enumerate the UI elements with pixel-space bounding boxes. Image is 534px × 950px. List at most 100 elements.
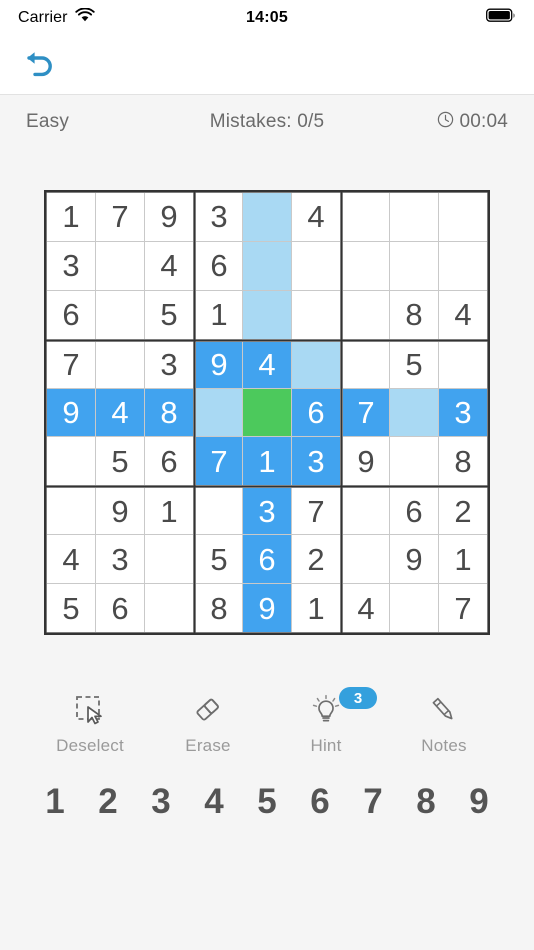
sudoku-cell-r6c7[interactable]: 9 (343, 437, 389, 486)
sudoku-cell-r6c2[interactable]: 5 (96, 437, 144, 486)
sudoku-cell-r3c1[interactable]: 6 (47, 290, 95, 339)
sudoku-cell-r2c9[interactable] (439, 241, 487, 290)
sudoku-cell-r1c3[interactable]: 9 (145, 193, 193, 241)
number-pad: 123456789 (0, 782, 534, 822)
sudoku-cell-r6c9[interactable]: 8 (439, 437, 487, 486)
numpad-key-8[interactable]: 8 (400, 782, 453, 822)
sudoku-cell-r7c4[interactable] (196, 488, 242, 535)
sudoku-cell-r3c5[interactable] (243, 290, 291, 339)
sudoku-cell-r8c6[interactable]: 2 (292, 535, 340, 584)
sudoku-cell-r9c7[interactable]: 4 (343, 584, 389, 632)
sudoku-cell-r6c1[interactable] (47, 437, 95, 486)
sudoku-cell-r4c2[interactable] (96, 341, 144, 388)
sudoku-cell-r7c8[interactable]: 6 (390, 488, 438, 535)
sudoku-cell-r7c1[interactable] (47, 488, 95, 535)
sudoku-cell-r1c6[interactable]: 4 (292, 193, 340, 241)
sudoku-cell-r4c3[interactable]: 3 (145, 341, 193, 388)
sudoku-cell-r1c9[interactable] (439, 193, 487, 241)
sudoku-cell-r6c4[interactable]: 7 (196, 437, 242, 486)
tool-hint-button[interactable]: 3 Hint (267, 687, 385, 756)
sudoku-cell-r8c4[interactable]: 5 (196, 535, 242, 584)
numpad-key-7[interactable]: 7 (347, 782, 400, 822)
status-bar-right (486, 8, 516, 28)
sudoku-cell-r2c1[interactable]: 3 (47, 241, 95, 290)
tool-notes-button[interactable]: Notes (385, 689, 503, 756)
sudoku-cell-r7c5[interactable]: 3 (243, 488, 291, 535)
sudoku-cell-r2c7[interactable] (343, 241, 389, 290)
sudoku-cell-r9c8[interactable] (390, 584, 438, 632)
sudoku-cell-r6c8[interactable] (390, 437, 438, 486)
sudoku-cell-r3c6[interactable] (292, 290, 340, 339)
sudoku-cell-r3c4[interactable]: 1 (196, 290, 242, 339)
sudoku-cell-r1c4[interactable]: 3 (196, 193, 242, 241)
sudoku-cell-r7c6[interactable]: 7 (292, 488, 340, 535)
numpad-key-6[interactable]: 6 (294, 782, 347, 822)
sudoku-cell-r9c3[interactable] (145, 584, 193, 632)
sudoku-cell-r5c6[interactable]: 6 (292, 388, 340, 437)
sudoku-cell-r4c8[interactable]: 5 (390, 341, 438, 388)
sudoku-cell-r7c7[interactable] (343, 488, 389, 535)
sudoku-cell-r2c3[interactable]: 4 (145, 241, 193, 290)
sudoku-cell-r5c3[interactable]: 8 (145, 388, 193, 437)
sudoku-cell-r5c8[interactable] (390, 388, 438, 437)
sudoku-cell-r3c9[interactable]: 4 (439, 290, 487, 339)
sudoku-cell-r8c8[interactable]: 9 (390, 535, 438, 584)
sudoku-cell-r9c4[interactable]: 8 (196, 584, 242, 632)
sudoku-cell-r5c9[interactable]: 3 (439, 388, 487, 437)
sudoku-cell-r9c9[interactable]: 7 (439, 584, 487, 632)
sudoku-cell-r4c7[interactable] (343, 341, 389, 388)
numpad-key-9[interactable]: 9 (453, 782, 506, 822)
tool-deselect-button[interactable]: Deselect (31, 689, 149, 756)
sudoku-cell-r4c5[interactable]: 4 (243, 341, 291, 388)
sudoku-cell-r5c4[interactable] (196, 388, 242, 437)
sudoku-cell-r6c6[interactable]: 3 (292, 437, 340, 486)
sudoku-cell-r4c1[interactable]: 7 (47, 341, 95, 388)
undo-button[interactable] (18, 44, 60, 86)
sudoku-cell-r8c1[interactable]: 4 (47, 535, 95, 584)
sudoku-cell-r2c8[interactable] (390, 241, 438, 290)
sudoku-cell-r5c5[interactable] (243, 388, 291, 437)
sudoku-cell-r2c6[interactable] (292, 241, 340, 290)
sudoku-cell-r8c3[interactable] (145, 535, 193, 584)
sudoku-cell-r7c9[interactable]: 2 (439, 488, 487, 535)
sudoku-cell-r8c9[interactable]: 1 (439, 535, 487, 584)
sudoku-cell-r6c5[interactable]: 1 (243, 437, 291, 486)
numpad-key-4[interactable]: 4 (188, 782, 241, 822)
sudoku-cell-r4c6[interactable] (292, 341, 340, 388)
sudoku-cell-r9c1[interactable]: 5 (47, 584, 95, 632)
sudoku-cell-r4c4[interactable]: 9 (196, 341, 242, 388)
tool-erase-button[interactable]: Erase (149, 689, 267, 756)
sudoku-cell-r5c7[interactable]: 7 (343, 388, 389, 437)
sudoku-cell-r3c8[interactable]: 8 (390, 290, 438, 339)
sudoku-cell-r2c4[interactable]: 6 (196, 241, 242, 290)
sudoku-cell-r3c3[interactable]: 5 (145, 290, 193, 339)
sudoku-cell-r8c5[interactable]: 6 (243, 535, 291, 584)
sudoku-board[interactable]: 1793434665184739459486735671398913762435… (44, 190, 490, 635)
sudoku-cell-r1c8[interactable] (390, 193, 438, 241)
sudoku-cell-r1c7[interactable] (343, 193, 389, 241)
sudoku-cell-r1c2[interactable]: 7 (96, 193, 144, 241)
sudoku-cell-r6c3[interactable]: 6 (145, 437, 193, 486)
sudoku-cell-r2c2[interactable] (96, 241, 144, 290)
numpad-key-5[interactable]: 5 (241, 782, 294, 822)
numpad-key-3[interactable]: 3 (135, 782, 188, 822)
sudoku-cell-r2c5[interactable] (243, 241, 291, 290)
sudoku-cell-r5c2[interactable]: 4 (96, 388, 144, 437)
numpad-key-1[interactable]: 1 (29, 782, 82, 822)
sudoku-cell-r9c2[interactable]: 6 (96, 584, 144, 632)
sudoku-cell-r9c5[interactable]: 9 (243, 584, 291, 632)
sudoku-cell-r1c1[interactable]: 1 (47, 193, 95, 241)
sudoku-cell-r8c7[interactable] (343, 535, 389, 584)
game-info-bar: Easy Mistakes: 0/5 00:04 (0, 94, 534, 149)
sudoku-cell-r7c2[interactable]: 9 (96, 488, 144, 535)
sudoku-cell-r4c9[interactable] (439, 341, 487, 388)
sudoku-cell-r9c6[interactable]: 1 (292, 584, 340, 632)
sudoku-cell-r8c2[interactable]: 3 (96, 535, 144, 584)
sudoku-cell-r3c2[interactable] (96, 290, 144, 339)
sudoku-cell-r3c7[interactable] (343, 290, 389, 339)
sudoku-cell-r1c5[interactable] (243, 193, 291, 241)
sudoku-cell-r5c1[interactable]: 9 (47, 388, 95, 437)
tool-label: Notes (421, 736, 467, 755)
sudoku-cell-r7c3[interactable]: 1 (145, 488, 193, 535)
numpad-key-2[interactable]: 2 (82, 782, 135, 822)
